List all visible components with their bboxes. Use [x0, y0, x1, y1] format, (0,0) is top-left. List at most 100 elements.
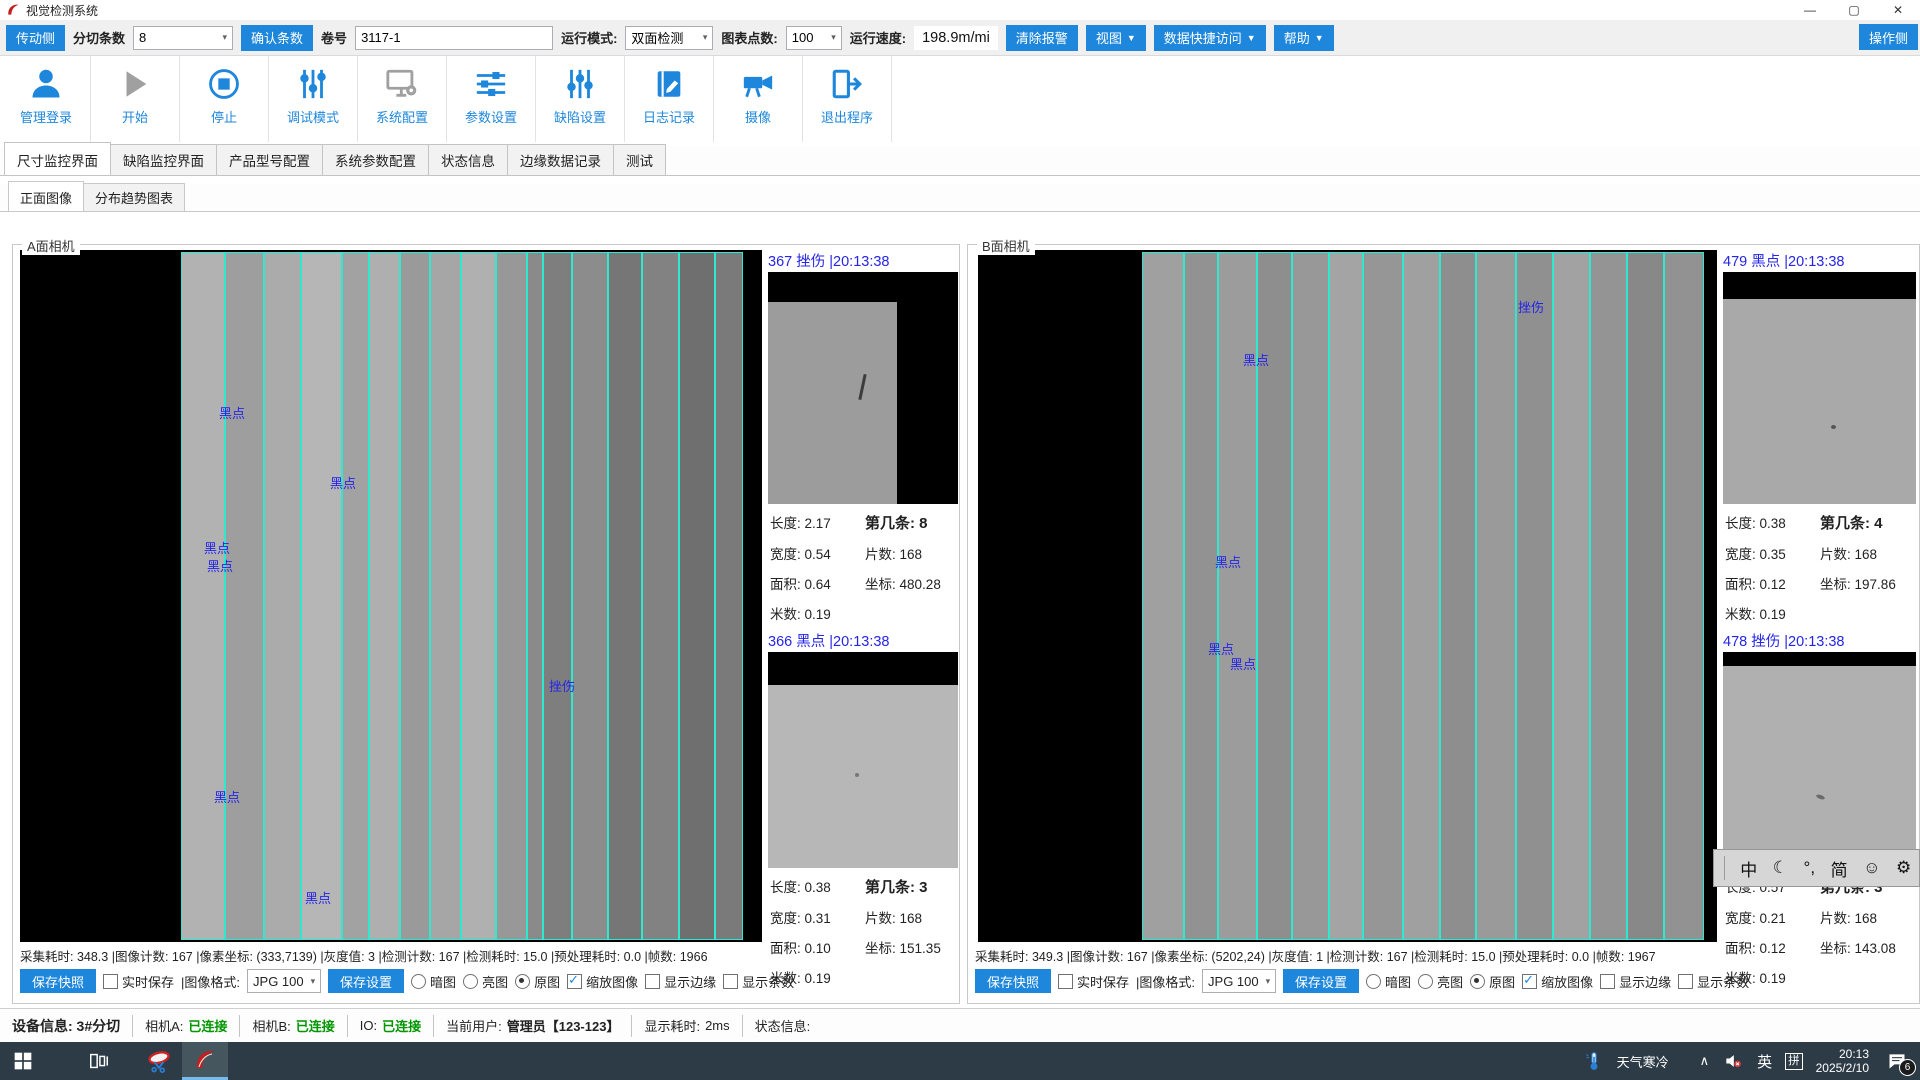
- main-tab-5[interactable]: 边缘数据记录: [507, 144, 614, 175]
- cut-strip-region: [1403, 252, 1440, 940]
- chart-points-label: 图表点数:: [721, 28, 777, 47]
- camera-b-panel-title: B面相机: [977, 236, 1035, 255]
- show-edge-checkbox[interactable]: 显示边缘: [1600, 972, 1671, 991]
- defect-stats: 长度: 2.17第几条: 8宽度: 0.54片数: 168面积: 0.64坐标:…: [770, 512, 958, 633]
- toolbar-item-defect-sliders[interactable]: 缺陷设置: [536, 56, 625, 142]
- main-tab-1[interactable]: 缺陷监控界面: [110, 144, 217, 175]
- dark-image-radio[interactable]: 暗图: [411, 972, 456, 991]
- dropdown-arrow-icon: ▾: [1259, 976, 1271, 987]
- minimize-button[interactable]: —: [1788, 0, 1832, 20]
- realtime-save-checkbox[interactable]: 实时保存: [1058, 972, 1129, 991]
- checkbox-icon: [723, 974, 738, 989]
- chart-points-select[interactable]: 100▾: [786, 26, 842, 50]
- toolbar-item-user[interactable]: 管理登录: [2, 56, 91, 142]
- stat-meters: 米数: 0.19: [1725, 967, 1820, 987]
- ime-grip-handle[interactable]: [1724, 856, 1725, 880]
- main-tab-6[interactable]: 测试: [613, 144, 666, 175]
- defect-card[interactable]: 366 黑点 |20:13:38长度: 0.38第几条: 3宽度: 0.31片数…: [768, 630, 958, 868]
- help-menu-button[interactable]: 帮助▼: [1274, 25, 1334, 51]
- user-icon: [28, 64, 64, 104]
- stat-width: 宽度: 0.54: [770, 543, 865, 563]
- stat-strip_no: 第几条: 8: [865, 512, 958, 533]
- original-image-radio[interactable]: 原图: [1470, 972, 1515, 991]
- checkbox-icon: [103, 974, 118, 989]
- close-button[interactable]: ✕: [1876, 0, 1920, 20]
- ime-fullwidth-icon[interactable]: ☾: [1773, 858, 1788, 878]
- image-format-select[interactable]: JPG 100▾: [1202, 969, 1276, 993]
- clear-alarm-button[interactable]: 清除报警: [1006, 25, 1078, 51]
- cut-strip-region: [572, 252, 608, 940]
- save-settings-button[interactable]: 保存设置: [328, 969, 404, 993]
- sub-tab-1[interactable]: 分布趋势图表: [83, 183, 185, 211]
- image-format-select[interactable]: JPG 100▾: [247, 969, 321, 993]
- zoom-image-checkbox[interactable]: 缩放图像: [1522, 972, 1593, 991]
- stat-area: 面积: 0.10: [770, 937, 865, 957]
- toolbar-item-camera[interactable]: 摄像: [714, 56, 803, 142]
- snipping-tool-taskbar-button[interactable]: [136, 1042, 182, 1080]
- cut-strip-region: [1553, 252, 1590, 940]
- ime-simplified-icon[interactable]: 简: [1831, 856, 1848, 881]
- dark-image-radio[interactable]: 暗图: [1366, 972, 1411, 991]
- defect-card[interactable]: 478 挫伤 |20:13:38长度: 0.57第几条: 3宽度: 0.21片数…: [1723, 630, 1916, 868]
- toolbar-item-debug-sliders[interactable]: 调试模式: [269, 56, 358, 142]
- data-quick-access-menu-button[interactable]: 数据快捷访问▼: [1154, 25, 1266, 51]
- ime-mode-chinese[interactable]: 中: [1740, 856, 1757, 881]
- original-image-radio[interactable]: 原图: [515, 972, 560, 991]
- toolbar-item-param-sliders[interactable]: 参数设置: [447, 56, 536, 142]
- defect-card[interactable]: 367 挫伤 |20:13:38长度: 2.17第几条: 8宽度: 0.54片数…: [768, 250, 958, 504]
- ime-softkeyboard-icon[interactable]: ☺: [1863, 858, 1880, 878]
- defect-thumbnail: [1723, 272, 1916, 504]
- ime-mode-indicator[interactable]: 拼: [1785, 1053, 1803, 1070]
- save-snapshot-button[interactable]: 保存快照: [975, 969, 1051, 993]
- camera-a-image[interactable]: 黑点黑点黑点黑点挫伤黑点黑点: [20, 250, 762, 942]
- camera-icon: [739, 64, 777, 104]
- language-indicator[interactable]: 英: [1757, 1051, 1772, 1072]
- toolbar-item-label: 调试模式: [287, 107, 339, 126]
- stat-area: 面积: 0.12: [1725, 573, 1820, 593]
- roll-number-input[interactable]: [355, 26, 553, 50]
- toolbar-item-log-book[interactable]: 日志记录: [625, 56, 714, 142]
- drive-side-button[interactable]: 传动侧: [6, 25, 65, 51]
- weather-text[interactable]: 天气寒冷: [1617, 1052, 1669, 1071]
- run-mode-select[interactable]: 双面检测▾: [625, 26, 713, 50]
- notification-center-button[interactable]: 6: [1882, 1048, 1912, 1074]
- main-tab-3[interactable]: 系统参数配置: [322, 144, 429, 175]
- camera-b-image[interactable]: 挫伤黑点黑点黑点黑点: [978, 250, 1717, 942]
- cut-strip-region: [301, 252, 342, 940]
- bright-image-radio[interactable]: 亮图: [463, 972, 508, 991]
- save-settings-button[interactable]: 保存设置: [1283, 969, 1359, 993]
- confirm-count-button[interactable]: 确认条数: [241, 25, 313, 51]
- main-tab-0[interactable]: 尺寸监控界面: [4, 142, 111, 175]
- hidden-icons-chevron[interactable]: ∧: [1700, 1053, 1710, 1069]
- view-menu-button[interactable]: 视图▼: [1086, 25, 1146, 51]
- show-edge-checkbox[interactable]: 显示边缘: [645, 972, 716, 991]
- slit-count-select[interactable]: 8▾: [133, 26, 233, 50]
- realtime-save-checkbox[interactable]: 实时保存: [103, 972, 174, 991]
- save-snapshot-button[interactable]: 保存快照: [20, 969, 96, 993]
- speaker-muted-icon[interactable]: [1722, 1051, 1744, 1071]
- toolbar-item-play[interactable]: 开始: [91, 56, 180, 142]
- stat-coord: 坐标: 143.08: [1820, 937, 1916, 957]
- thermometer-icon[interactable]: [1584, 1049, 1604, 1073]
- bright-image-radio[interactable]: 亮图: [1418, 972, 1463, 991]
- main-tab-2[interactable]: 产品型号配置: [216, 144, 323, 175]
- start-button[interactable]: [0, 1042, 46, 1080]
- ime-punctuation-icon[interactable]: °,: [1804, 858, 1816, 878]
- ime-settings-gear-icon[interactable]: ⚙: [1896, 858, 1911, 878]
- defect-card[interactable]: 479 黑点 |20:13:38长度: 0.38第几条: 4宽度: 0.35片数…: [1723, 250, 1916, 504]
- zoom-image-checkbox[interactable]: 缩放图像: [567, 972, 638, 991]
- maximize-button[interactable]: ▢: [1832, 0, 1876, 20]
- camera-b-controls: 保存快照实时保存|图像格式:JPG 100▾保存设置暗图亮图原图缩放图像显示边缘…: [975, 967, 1749, 995]
- main-tab-4[interactable]: 状态信息: [428, 144, 508, 175]
- vision-app-taskbar-button[interactable]: [182, 1042, 228, 1080]
- toolbar-item-exit[interactable]: 退出程序: [803, 56, 892, 142]
- toolbar-item-stop[interactable]: 停止: [180, 56, 269, 142]
- sub-tab-0[interactable]: 正面图像: [8, 181, 84, 211]
- stat-coord: 坐标: 151.35: [865, 937, 958, 957]
- clock[interactable]: 20:13 2025/2/10: [1816, 1047, 1869, 1075]
- toolbar-item-system-config[interactable]: 系统配置: [358, 56, 447, 142]
- operator-side-button[interactable]: 操作侧: [1859, 24, 1918, 50]
- defect-thumbnail: [768, 272, 958, 504]
- task-view-button[interactable]: [76, 1042, 122, 1080]
- camera-b-panel: B面相机 挫伤黑点黑点黑点黑点 采集耗时: 349.3 |图像计数: 167 |…: [967, 230, 1920, 1006]
